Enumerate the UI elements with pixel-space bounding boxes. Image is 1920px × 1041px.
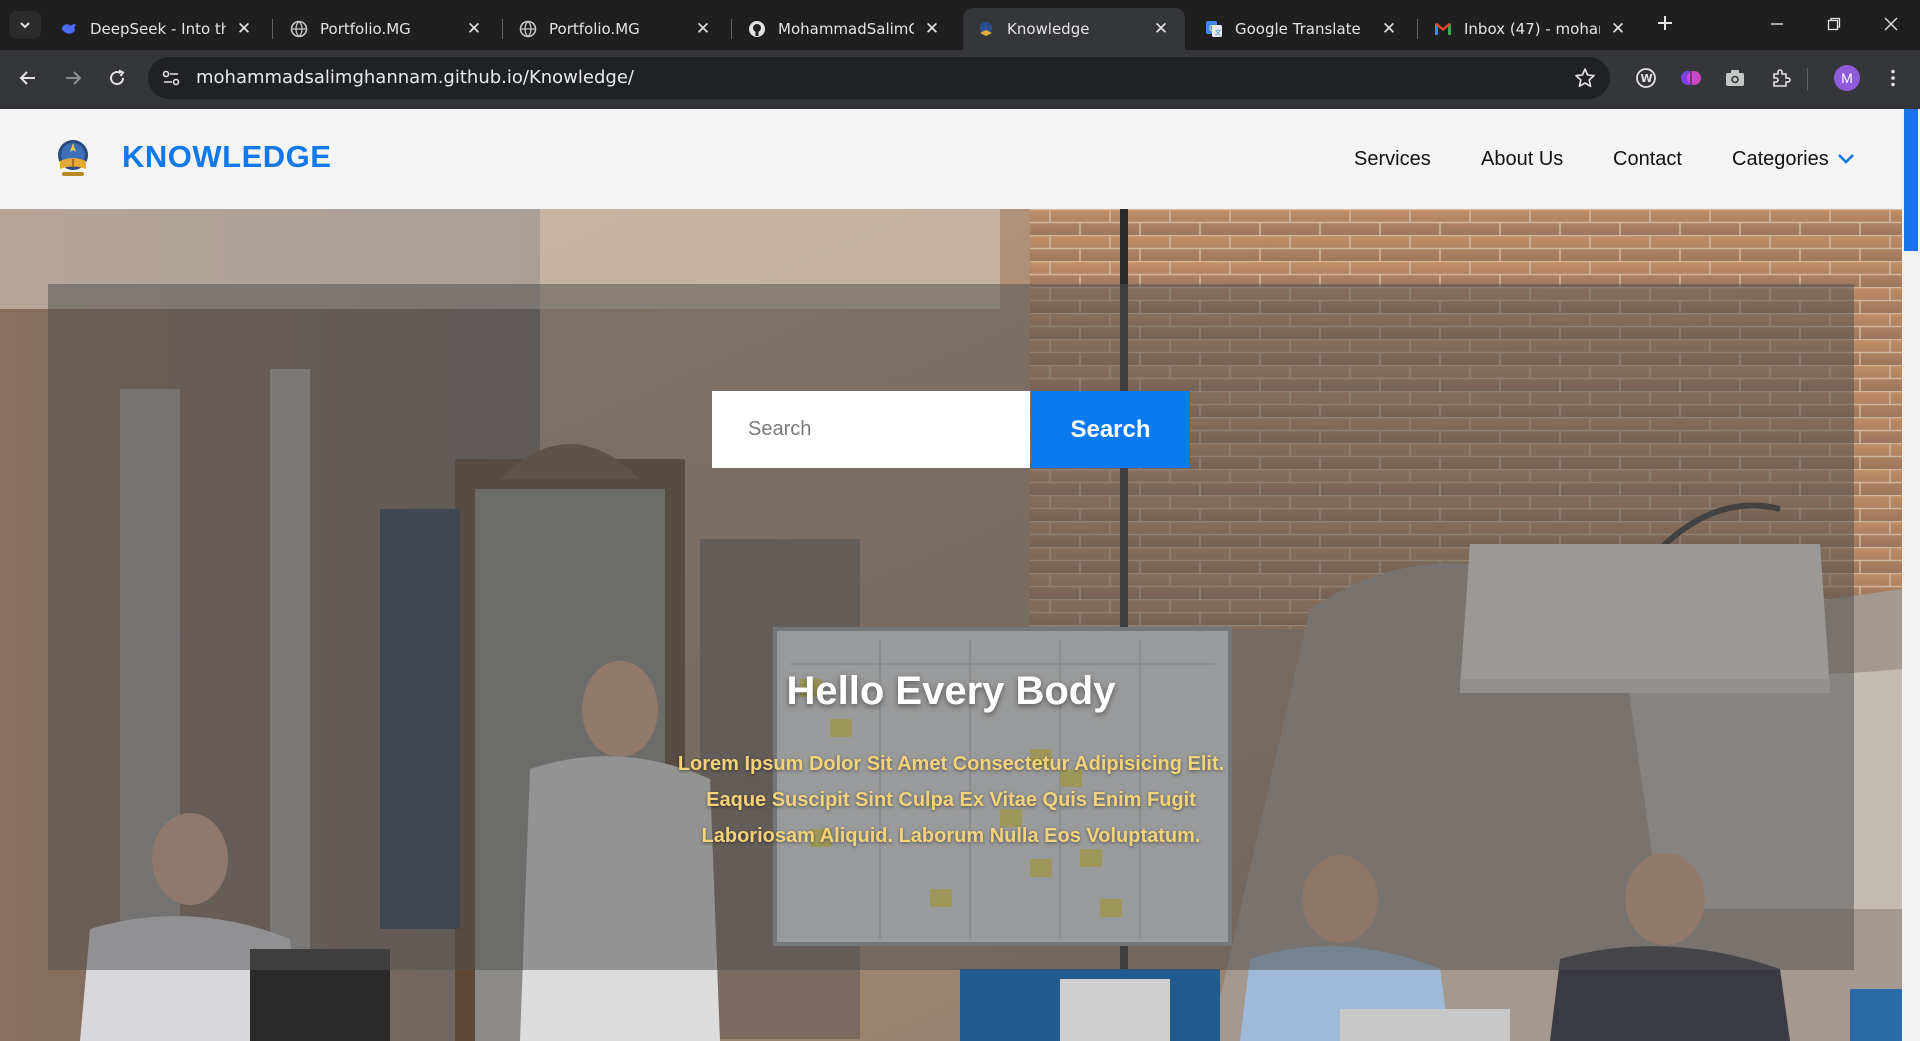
tab-gmail[interactable]: Inbox (47) - mohammad ✕ [1420,8,1642,50]
tab-title: Portfolio.MG [320,20,411,38]
deepseek-icon [60,20,78,38]
main-nav: Contact [1613,109,1682,209]
main-nav: Services [1354,109,1431,209]
more-menu-icon[interactable] [1878,63,1908,93]
close-icon[interactable]: ✕ [1608,19,1628,39]
knowledge-logo-icon [977,20,995,38]
new-tab-button[interactable] [1652,12,1678,38]
google-translate-icon: G文 [1205,20,1223,38]
close-icon[interactable]: ✕ [922,19,942,39]
chevron-down-icon [1837,154,1854,164]
nav-categories-label: Categories [1732,147,1829,170]
nav-contact[interactable]: Contact [1613,148,1682,171]
browser-toolbar: mohammadsalimghannam.github.io/Knowledge… [0,50,1920,109]
site-info-icon[interactable] [160,67,182,89]
search-button[interactable]: Search [1031,391,1190,468]
extension-brain-icon[interactable] [1676,63,1706,93]
site-header: KNOWLEDGE Services About Us Contact Cate… [0,109,1902,209]
extensions-puzzle-icon[interactable] [1766,63,1796,93]
close-icon[interactable]: ✕ [1379,19,1399,39]
hero-title: Hello Every Body [786,669,1116,713]
close-icon[interactable]: ✕ [234,19,254,39]
camera-icon[interactable] [1720,63,1750,93]
tab-title: MohammadSalimGhannam [778,20,914,38]
tab-separator [1417,19,1418,39]
hero-description: Lorem Ipsum Dolor Sit Amet Consectetur A… [677,753,1225,847]
globe-icon [519,20,537,38]
close-icon[interactable]: ✕ [1151,19,1171,39]
address-bar[interactable]: mohammadsalimghannam.github.io/Knowledge… [148,57,1610,99]
tab-title: Knowledge [1007,20,1090,38]
restore-button[interactable] [1806,8,1862,42]
scrollbar-thumb[interactable] [1904,109,1918,251]
tab-search-button[interactable] [9,11,41,39]
tab-strip: DeepSeek - Into the Unknown ✕ Portfolio.… [0,0,1920,50]
tab-portfolio-1[interactable]: Portfolio.MG ✕ [276,8,498,50]
extension-w-icon[interactable]: W [1631,63,1661,93]
window-close-button[interactable] [1863,8,1919,42]
tab-portfolio-2[interactable]: Portfolio.MG ✕ [505,8,727,50]
tab-title: DeepSeek - Into the Unknown [90,20,226,38]
chevron-down-icon [20,22,30,29]
plus-icon [1658,16,1672,30]
site-brand[interactable]: KNOWLEDGE [122,139,331,175]
svg-text:文: 文 [1215,28,1222,37]
tab-knowledge[interactable]: Knowledge ✕ [963,8,1185,50]
minimize-button[interactable] [1749,8,1805,42]
tab-separator [502,19,503,39]
restore-icon [1827,17,1841,31]
toolbar-divider [1807,68,1808,90]
page-viewport: KNOWLEDGE Services About Us Contact Cate… [0,109,1920,1041]
github-icon [748,20,766,38]
hero-section: Search Hello Every Body Lorem Ipsum Dolo… [0,209,1902,1041]
tab-deepseek[interactable]: DeepSeek - Into the Unknown ✕ [46,8,268,50]
close-icon [1884,17,1898,31]
close-icon[interactable]: ✕ [693,19,713,39]
reload-icon [110,69,125,86]
globe-icon [290,20,308,38]
main-nav: About Us [1481,109,1563,209]
gmail-icon [1434,20,1452,38]
svg-text:W: W [1641,72,1653,85]
tab-title: Google Translate [1235,20,1361,38]
nav-categories[interactable]: Categories [1732,148,1855,171]
tab-separator [731,19,732,39]
hero-overlay [48,284,1854,970]
main-nav: Categories [1732,109,1855,209]
tab-separator [272,19,273,39]
page-scrollbar[interactable] [1902,109,1920,1041]
forward-button[interactable] [55,60,91,96]
back-button[interactable] [10,60,46,96]
nav-about-us[interactable]: About Us [1481,148,1563,171]
close-icon[interactable]: ✕ [464,19,484,39]
tab-title: Inbox (47) - mohammad [1464,20,1600,38]
search-input[interactable] [712,391,1030,468]
site-logo[interactable] [50,137,96,181]
profile-avatar[interactable]: M [1834,65,1860,91]
nav-services[interactable]: Services [1354,148,1431,171]
arrow-left-icon [19,71,35,85]
tab-github[interactable]: MohammadSalimGhannam ✕ [734,8,956,50]
url-text[interactable]: mohammadsalimghannam.github.io/Knowledge… [196,57,634,99]
tab-google-translate[interactable]: G文 Google Translate ✕ [1191,8,1413,50]
minimize-icon [1771,23,1783,25]
tab-title: Portfolio.MG [549,20,640,38]
arrow-right-icon [66,71,82,85]
reload-button[interactable] [99,60,135,96]
bookmark-star-icon[interactable] [1574,67,1596,89]
